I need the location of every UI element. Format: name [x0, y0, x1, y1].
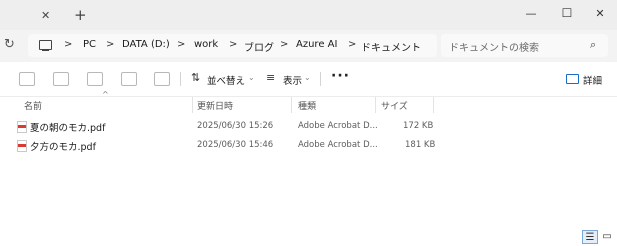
- breadcrumb-documents[interactable]: ドキュメント: [361, 39, 421, 54]
- cut-icon[interactable]: [19, 72, 35, 86]
- details-view-button[interactable]: ☰: [582, 230, 598, 244]
- view-dropdown-caret-icon[interactable]: ⌄: [304, 73, 311, 82]
- details-pane-button[interactable]: 詳細: [583, 73, 602, 87]
- file-type: Adobe Acrobat D...: [298, 140, 378, 150]
- copy-icon[interactable]: [53, 72, 69, 86]
- details-pane-icon[interactable]: [566, 74, 579, 84]
- close-button[interactable]: ✕: [585, 4, 615, 22]
- breadcrumb-separator[interactable]: >: [106, 39, 114, 50]
- breadcrumb-separator[interactable]: >: [280, 39, 288, 50]
- column-divider[interactable]: [375, 97, 376, 113]
- column-header-size[interactable]: サイズ: [381, 99, 408, 112]
- column-divider[interactable]: [192, 97, 193, 113]
- view-icon[interactable]: ≡: [266, 71, 275, 84]
- share-icon[interactable]: [154, 72, 170, 86]
- refresh-icon[interactable]: ↻: [4, 37, 15, 52]
- sort-button[interactable]: 並べ替え: [207, 73, 245, 87]
- pdf-file-icon: [17, 121, 27, 133]
- breadcrumb-separator[interactable]: >: [64, 39, 72, 50]
- pdf-file-icon: [17, 140, 27, 152]
- breadcrumb-separator[interactable]: >: [348, 39, 356, 50]
- breadcrumb-work[interactable]: work: [194, 39, 218, 50]
- file-modified: 2025/06/30 15:26: [197, 121, 274, 131]
- breadcrumb-data-drive[interactable]: DATA (D:): [122, 39, 170, 50]
- tiles-view-button[interactable]: ▭: [600, 230, 614, 242]
- view-button[interactable]: 表示: [283, 73, 302, 87]
- sort-dropdown-caret-icon[interactable]: ⌄: [248, 73, 255, 82]
- column-divider[interactable]: [433, 97, 434, 113]
- column-header-name[interactable]: 名前: [24, 99, 42, 112]
- search-placeholder: ドキュメントの検索: [449, 43, 539, 54]
- column-header-type[interactable]: 種類: [298, 99, 316, 112]
- file-size: 181 KB: [405, 140, 436, 150]
- paste-icon[interactable]: [87, 72, 103, 86]
- file-modified: 2025/06/30 15:46: [197, 140, 274, 150]
- sort-ascending-icon: ^: [102, 90, 109, 99]
- search-icon[interactable]: ⌕: [590, 38, 596, 52]
- toolbar-divider: [180, 72, 181, 86]
- breadcrumb-azure-ai[interactable]: Azure AI: [296, 39, 337, 50]
- file-type: Adobe Acrobat D...: [298, 121, 378, 131]
- file-name[interactable]: 夕方のモカ.pdf: [30, 139, 96, 153]
- file-row[interactable]: 夏の朝のモカ.pdf 2025/06/30 15:26 Adobe Acroba…: [0, 117, 617, 137]
- breadcrumb-blog[interactable]: ブログ: [244, 39, 274, 54]
- pc-icon: [39, 40, 52, 50]
- column-divider[interactable]: [291, 97, 292, 113]
- new-tab-button[interactable]: +: [74, 6, 87, 24]
- breadcrumb-pc[interactable]: PC: [83, 39, 96, 50]
- tab-close-icon[interactable]: ✕: [41, 9, 50, 22]
- file-name[interactable]: 夏の朝のモカ.pdf: [30, 120, 105, 134]
- more-options-button[interactable]: ···: [331, 68, 350, 84]
- file-size: 172 KB: [403, 121, 434, 131]
- maximize-button[interactable]: ☐: [552, 4, 582, 22]
- rename-icon[interactable]: [121, 72, 137, 86]
- column-header-modified[interactable]: 更新日時: [197, 99, 233, 112]
- minimize-button[interactable]: —: [516, 4, 546, 22]
- breadcrumb-separator[interactable]: >: [229, 39, 237, 50]
- breadcrumb-separator[interactable]: >: [177, 39, 185, 50]
- toolbar-divider: [320, 72, 321, 86]
- file-row[interactable]: 夕方のモカ.pdf 2025/06/30 15:46 Adobe Acrobat…: [0, 136, 617, 156]
- pc-icon-stand: [42, 50, 49, 52]
- sort-icon[interactable]: ⇅: [191, 71, 200, 84]
